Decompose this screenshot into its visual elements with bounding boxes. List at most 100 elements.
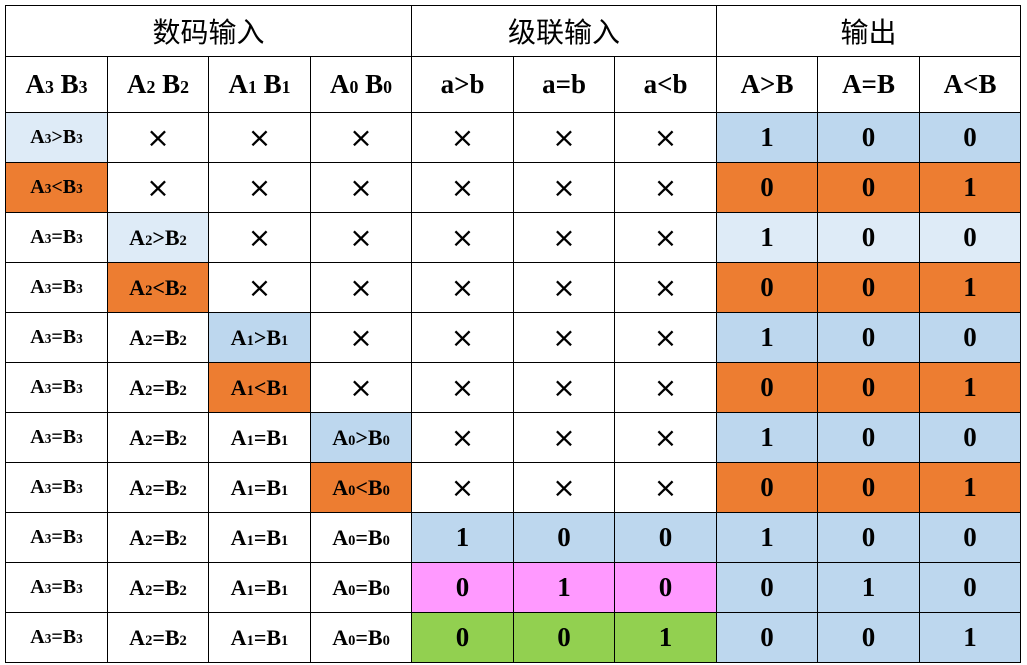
dont-care-cell: × bbox=[411, 212, 515, 263]
dont-care-cell: × bbox=[513, 462, 616, 513]
cascade-value-cell: 0 bbox=[411, 562, 515, 613]
output-value-cell: 0 bbox=[817, 212, 921, 263]
dont-care-cell: × bbox=[309, 212, 413, 263]
dont-care-cell: × bbox=[614, 312, 718, 363]
dont-care-cell: × bbox=[309, 162, 413, 213]
output-value-cell: 0 bbox=[817, 312, 921, 363]
column-header: A3 B3 bbox=[5, 56, 108, 113]
dont-care-cell: × bbox=[309, 112, 413, 163]
group-header-digit-input: 数码输入 bbox=[4, 5, 413, 57]
table-row: A3=B3 A2=B2 A1>B1 × × × × 1 0 0 bbox=[5, 312, 1022, 363]
column-header: A>B bbox=[716, 56, 819, 113]
cascade-value-cell: 0 bbox=[411, 612, 515, 663]
comparison-cell: A3=B3 bbox=[5, 312, 108, 363]
dont-care-cell: × bbox=[411, 362, 515, 413]
table-row: A3=B3 A2=B2 A1=B1 A0=B0 1 0 0 1 0 0 bbox=[5, 512, 1022, 563]
column-header-row: A3 B3 A2 B2 A1 B1 A0 B0 a>b a=b a<b A>B … bbox=[5, 56, 1022, 113]
comparison-cell: A3=B3 bbox=[5, 262, 108, 313]
dont-care-cell: × bbox=[208, 262, 311, 313]
cascade-value-cell: 0 bbox=[614, 562, 718, 613]
output-value-cell: 0 bbox=[817, 612, 921, 663]
dont-care-cell: × bbox=[513, 212, 616, 263]
output-value-cell: 1 bbox=[716, 412, 819, 463]
dont-care-cell: × bbox=[614, 162, 718, 213]
dont-care-cell: × bbox=[411, 412, 515, 463]
comparison-cell: A2=B2 bbox=[107, 612, 209, 663]
output-value-cell: 1 bbox=[817, 562, 921, 613]
dont-care-cell: × bbox=[513, 162, 616, 213]
dont-care-cell: × bbox=[208, 162, 311, 213]
comparison-cell: A3=B3 bbox=[5, 412, 108, 463]
dont-care-cell: × bbox=[614, 462, 718, 513]
cascade-value-cell: 1 bbox=[411, 512, 515, 563]
dont-care-cell: × bbox=[208, 212, 311, 263]
comparison-cell: A3=B3 bbox=[5, 562, 108, 613]
output-value-cell: 1 bbox=[919, 612, 1022, 663]
comparison-cell: A3>B3 bbox=[5, 112, 108, 163]
output-value-cell: 0 bbox=[919, 512, 1022, 563]
dont-care-cell: × bbox=[411, 262, 515, 313]
output-value-cell: 0 bbox=[919, 412, 1022, 463]
dont-care-cell: × bbox=[513, 112, 616, 163]
dont-care-cell: × bbox=[614, 112, 718, 163]
output-value-cell: 0 bbox=[716, 362, 819, 413]
group-header-cascade-input: 级联输入 bbox=[411, 5, 718, 57]
dont-care-cell: × bbox=[513, 362, 616, 413]
dont-care-cell: × bbox=[107, 162, 209, 213]
output-value-cell: 0 bbox=[817, 162, 921, 213]
output-value-cell: 0 bbox=[716, 262, 819, 313]
table-row: A3=B3 A2>B2 × × × × × 1 0 0 bbox=[5, 212, 1022, 263]
output-value-cell: 0 bbox=[817, 412, 921, 463]
cascade-value-cell: 0 bbox=[513, 512, 616, 563]
output-value-cell: 0 bbox=[919, 562, 1022, 613]
dont-care-cell: × bbox=[513, 412, 616, 463]
comparison-cell: A2=B2 bbox=[107, 512, 209, 563]
output-value-cell: 1 bbox=[919, 462, 1022, 513]
comparison-cell: A1=B1 bbox=[208, 412, 311, 463]
comparison-cell: A1=B1 bbox=[208, 612, 311, 663]
dont-care-cell: × bbox=[614, 412, 718, 463]
dont-care-cell: × bbox=[309, 262, 413, 313]
dont-care-cell: × bbox=[513, 312, 616, 363]
dont-care-cell: × bbox=[614, 262, 718, 313]
output-value-cell: 0 bbox=[716, 162, 819, 213]
dont-care-cell: × bbox=[208, 112, 311, 163]
cascade-value-cell: 0 bbox=[614, 512, 718, 563]
table-row: A3=B3 A2<B2 × × × × × 0 0 1 bbox=[5, 262, 1022, 313]
comparison-cell: A2=B2 bbox=[107, 562, 209, 613]
table-row: A3=B3 A2=B2 A1=B1 A0>B0 × × × 1 0 0 bbox=[5, 412, 1022, 463]
comparison-cell: A3<B3 bbox=[5, 162, 108, 213]
output-value-cell: 0 bbox=[716, 562, 819, 613]
comparison-cell: A0=B0 bbox=[309, 512, 413, 563]
output-value-cell: 0 bbox=[919, 312, 1022, 363]
comparison-cell: A2=B2 bbox=[107, 362, 209, 413]
comparison-cell: A3=B3 bbox=[5, 212, 108, 263]
comparison-cell: A2=B2 bbox=[107, 312, 209, 363]
group-header-output: 输出 bbox=[716, 5, 1022, 57]
comparator-truth-table: 数码输入 级联输入 输出 A3 B3 A2 B2 A1 B1 A0 B0 a>b… bbox=[4, 5, 1022, 663]
comparison-cell: A2<B2 bbox=[107, 262, 209, 313]
comparison-cell: A3=B3 bbox=[5, 612, 108, 663]
column-header: A<B bbox=[919, 56, 1022, 113]
dont-care-cell: × bbox=[411, 162, 515, 213]
cascade-value-cell: 1 bbox=[513, 562, 616, 613]
output-value-cell: 0 bbox=[817, 362, 921, 413]
cascade-value-cell: 0 bbox=[513, 612, 616, 663]
comparison-cell: A1>B1 bbox=[208, 312, 311, 363]
dont-care-cell: × bbox=[614, 362, 718, 413]
column-header: a<b bbox=[614, 56, 718, 113]
table-row: A3>B3 × × × × × × 1 0 0 bbox=[5, 112, 1022, 163]
output-value-cell: 0 bbox=[817, 462, 921, 513]
comparison-cell: A0=B0 bbox=[309, 562, 413, 613]
comparison-cell: A2=B2 bbox=[107, 412, 209, 463]
group-header-row: 数码输入 级联输入 输出 bbox=[4, 5, 1022, 57]
table-row: A3=B3 A2=B2 A1=B1 A0=B0 0 0 1 0 0 1 bbox=[5, 612, 1022, 663]
column-header: a>b bbox=[411, 56, 515, 113]
table-row: A3=B3 A2=B2 A1<B1 × × × × 0 0 1 bbox=[5, 362, 1022, 413]
cascade-value-cell: 1 bbox=[614, 612, 718, 663]
output-value-cell: 1 bbox=[716, 512, 819, 563]
comparison-cell: A1=B1 bbox=[208, 562, 311, 613]
column-header: A1 B1 bbox=[208, 56, 311, 113]
table-body: 数码输入 级联输入 输出 A3 B3 A2 B2 A1 B1 A0 B0 a>b… bbox=[4, 5, 1022, 663]
table-row: A3=B3 A2=B2 A1=B1 A0<B0 × × × 0 0 1 bbox=[5, 462, 1022, 513]
